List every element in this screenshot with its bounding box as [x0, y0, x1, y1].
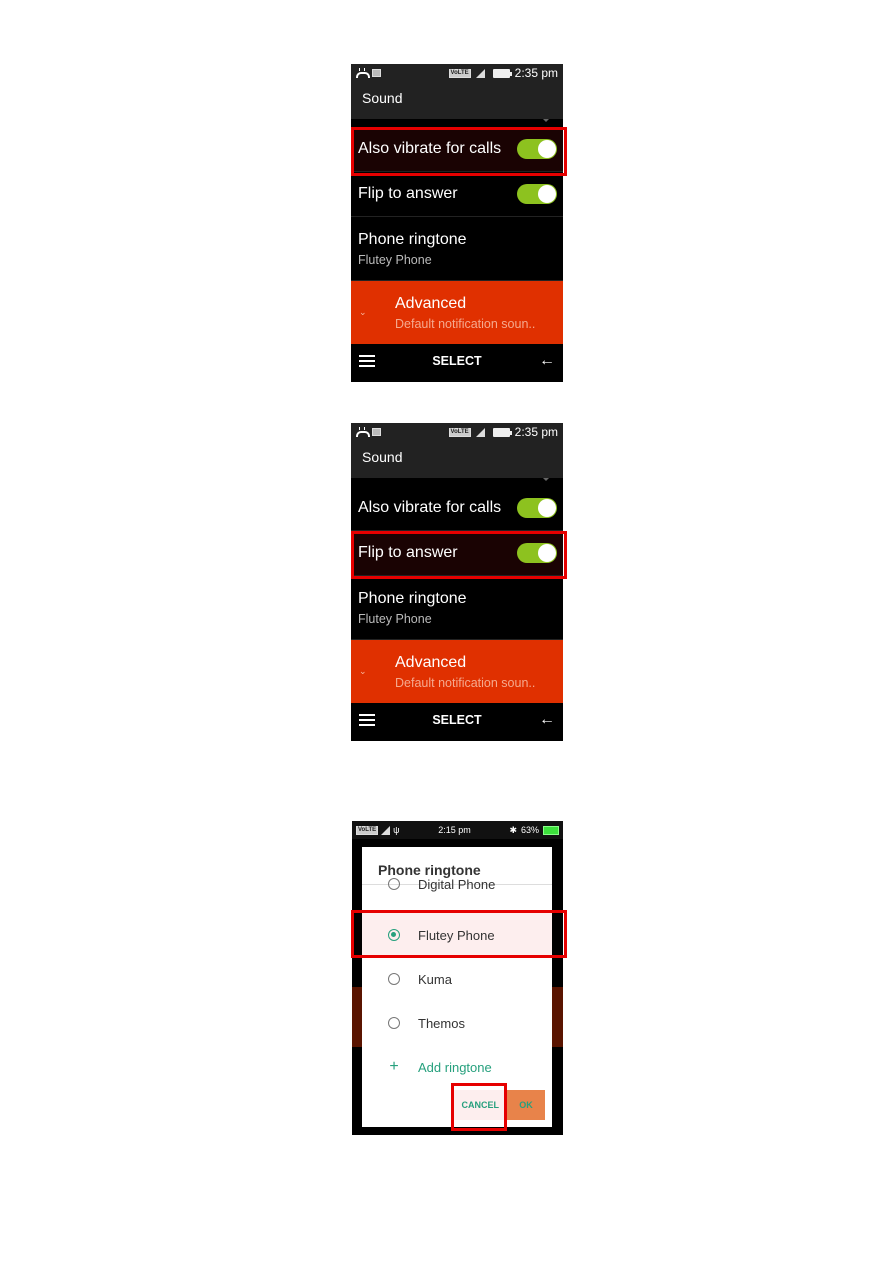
status-bar: VoLTE 2:35 pm	[351, 423, 563, 441]
setting-label: Flip to answer	[358, 185, 458, 202]
battery-charging-icon	[543, 825, 559, 835]
select-softkey[interactable]: SELECT	[375, 354, 539, 368]
ringtone-option[interactable]: Themos	[362, 1001, 552, 1045]
signal-icon	[475, 427, 485, 437]
highlight-box	[351, 531, 567, 579]
toggle-knob	[538, 499, 556, 517]
ok-button[interactable]: OK	[507, 1090, 545, 1120]
missed-call-icon	[356, 68, 370, 78]
phone-screen-sound-1: VoLTE 2:35 pm Sound Also vibrate for cal…	[351, 64, 563, 382]
missed-call-icon	[356, 427, 370, 437]
setting-phone-ringtone[interactable]: Phone ringtone Flutey Phone	[351, 217, 563, 281]
setting-label: Phone ringtone	[358, 589, 467, 607]
page-title: Sound	[351, 82, 563, 119]
option-label: Kuma	[418, 971, 452, 987]
radio-button[interactable]	[388, 878, 400, 890]
advanced-subtitle: Default notification soun..	[395, 316, 536, 331]
chevron-down-icon: ⌄	[359, 666, 367, 676]
advanced-title: Advanced	[395, 653, 467, 671]
signal-icon	[475, 68, 485, 78]
highlight-box	[351, 127, 567, 176]
signal-icon	[381, 825, 391, 835]
scroll-indicator	[351, 478, 563, 486]
softkey-bar: SELECT ←	[351, 344, 563, 378]
status-bar: VoLTE 2:35 pm	[351, 64, 563, 82]
volte-icon: VoLTE	[356, 825, 379, 835]
ringtone-option[interactable]: Digital Phone	[362, 876, 552, 892]
setting-phone-ringtone[interactable]: Phone ringtone Flutey Phone	[351, 576, 563, 640]
plus-icon: +	[389, 1058, 399, 1075]
battery-icon	[492, 427, 512, 437]
advanced-title: Advanced	[395, 294, 467, 312]
setting-advanced[interactable]: ⌄ Advanced Default notification soun..	[351, 281, 563, 344]
radio-button[interactable]	[388, 1017, 400, 1029]
battery-icon	[492, 68, 512, 78]
status-time: 2:35 pm	[514, 425, 558, 439]
option-label: Digital Phone	[418, 876, 496, 892]
radio-button[interactable]	[388, 973, 400, 985]
setting-value: Flutey Phone	[358, 252, 432, 267]
setting-flip-to-answer[interactable]: Flip to answer	[351, 172, 563, 217]
back-arrow-icon[interactable]: ←	[539, 711, 555, 729]
volte-icon: VoLTE	[448, 427, 471, 437]
status-bar: VoLTE ψ 2:15 pm ✱ 63%	[352, 821, 563, 839]
image-icon	[372, 428, 381, 436]
advanced-subtitle: Default notification soun..	[395, 675, 536, 690]
chevron-down-icon: ⌄	[359, 307, 367, 317]
highlight-box	[451, 1083, 507, 1131]
status-time: 2:15 pm	[438, 825, 471, 835]
ringtone-option[interactable]: Kuma	[362, 957, 552, 1001]
page-title: Sound	[351, 441, 563, 478]
highlight-box	[351, 910, 567, 958]
scroll-indicator	[351, 119, 563, 127]
setting-label: Also vibrate for calls	[358, 499, 502, 516]
add-ringtone-label: Add ringtone	[418, 1059, 492, 1075]
setting-value: Flutey Phone	[358, 611, 432, 626]
toggle-knob	[538, 185, 556, 203]
select-softkey[interactable]: SELECT	[375, 713, 539, 727]
flip-toggle[interactable]	[517, 184, 557, 204]
image-icon	[372, 69, 381, 77]
softkey-bar: SELECT ←	[351, 703, 563, 737]
status-time: 2:35 pm	[514, 66, 558, 80]
menu-icon[interactable]	[359, 355, 375, 367]
menu-icon[interactable]	[359, 714, 375, 726]
bluetooth-icon: ✱	[509, 824, 517, 835]
battery-percent: 63%	[520, 825, 539, 835]
setting-advanced[interactable]: ⌄ Advanced Default notification soun..	[351, 640, 563, 703]
setting-label: Phone ringtone	[358, 230, 467, 248]
back-arrow-icon[interactable]: ←	[539, 352, 555, 370]
phone-screen-sound-2: VoLTE 2:35 pm Sound Also vibrate for cal…	[351, 423, 563, 741]
setting-also-vibrate-for-calls[interactable]: Also vibrate for calls	[351, 486, 563, 531]
vibrate-toggle[interactable]	[517, 498, 557, 518]
volte-icon: VoLTE	[448, 68, 471, 78]
option-label: Themos	[418, 1015, 465, 1031]
